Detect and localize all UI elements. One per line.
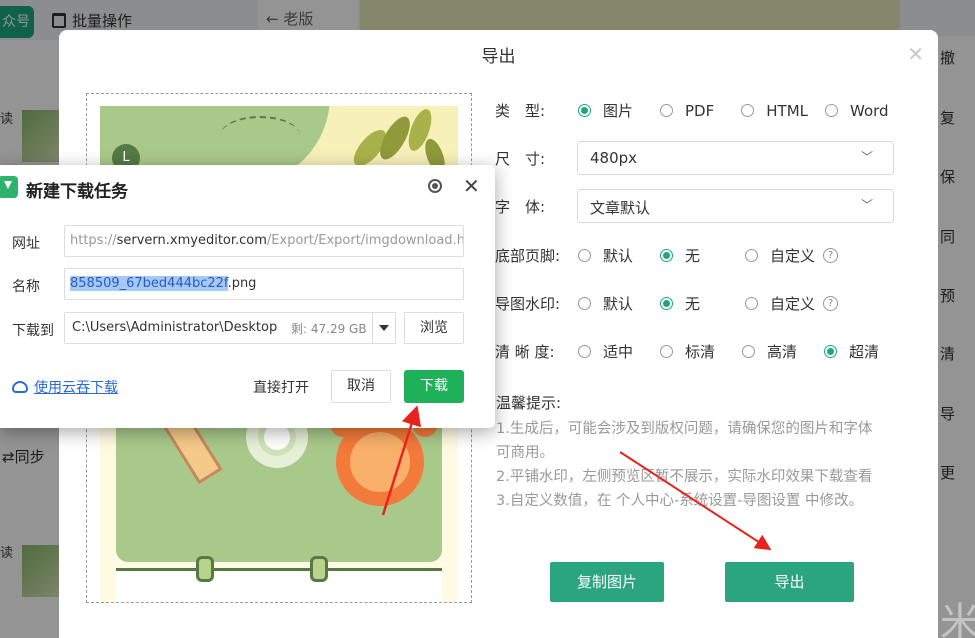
url-prefix: https:// <box>70 233 117 248</box>
close-icon[interactable]: ✕ <box>463 174 480 198</box>
footer-option-custom[interactable]: 自定义 <box>745 245 815 266</box>
tip-line: 1.生成后，可能会涉及到版权问题，请确保您的图片和字体 <box>496 421 873 437</box>
tip-line: 可商用。 <box>496 445 554 461</box>
clarity-option-ultra[interactable]: 超清 <box>824 341 879 362</box>
chevron-down-icon: ﹀ <box>860 150 873 164</box>
save-path-value: C:\Users\Administrator\Desktop <box>72 320 278 335</box>
font-select[interactable]: 文章默认 ﹀ <box>577 189 894 223</box>
copy-image-button[interactable]: 复制图片 <box>550 562 664 602</box>
footer-label: 底部页脚: <box>495 247 561 265</box>
size-select[interactable]: 480px ﹀ <box>577 141 894 175</box>
download-app-icon <box>0 176 18 198</box>
open-directly-button[interactable]: 直接打开 <box>253 377 309 397</box>
type-option-label: HTML <box>766 101 808 120</box>
url-label: 网址 <box>12 236 40 252</box>
type-option-html[interactable]: HTML <box>741 102 808 120</box>
footer-option-label: 无 <box>685 247 701 265</box>
size-row: 尺 寸: <box>495 148 565 169</box>
type-option-label: 图片 <box>603 102 634 120</box>
clarity-option-medium[interactable]: 适中 <box>578 341 633 362</box>
type-label: 类 型: <box>495 102 546 120</box>
watermark-option-custom[interactable]: 自定义 <box>745 293 815 314</box>
tips-title: 温馨提示: <box>496 394 562 412</box>
cloud-download-link[interactable]: 使用云吞下载 <box>12 377 118 397</box>
url-field[interactable]: https://servern.xmyeditor.com/Export/Exp… <box>64 225 464 257</box>
chevron-down-icon: ﹀ <box>860 198 873 212</box>
filename-field[interactable]: 858509_67bed444bc22f.png <box>64 268 464 300</box>
filename-extension: .png <box>227 276 257 291</box>
watermark-option-label: 无 <box>685 295 701 313</box>
clarity-option-label: 高清 <box>767 343 798 361</box>
clarity-option-high[interactable]: 高清 <box>742 341 797 362</box>
export-button[interactable]: 导出 <box>725 562 854 602</box>
cloud-link-label: 使用云吞下载 <box>34 380 118 396</box>
help-icon[interactable]: ? <box>823 248 839 263</box>
clock-decoration <box>336 418 424 506</box>
tip-line: 3.自定义数值，在 个人中心-系统设置-导图设置 中修改。 <box>496 493 864 509</box>
cancel-button[interactable]: 取消 <box>331 370 391 403</box>
type-option-label: Word <box>850 101 889 120</box>
clarity-option-label: 适中 <box>603 343 634 361</box>
type-option-image[interactable]: 图片 <box>578 100 633 121</box>
watermark-label: 导图水印: <box>495 295 561 313</box>
clarity-option-label: 超清 <box>849 343 880 361</box>
download-task-dialog: 新建下载任务 ✕ 网址 https://servern.xmyeditor.co… <box>0 165 495 428</box>
footer-option-label: 默认 <box>603 247 634 265</box>
close-icon[interactable]: ✕ <box>907 42 924 66</box>
footer-option-label: 自定义 <box>770 247 816 265</box>
footer-option-default[interactable]: 默认 <box>578 245 633 266</box>
name-label: 名称 <box>12 279 40 295</box>
gear-icon[interactable] <box>428 179 442 193</box>
dropdown-caret-icon[interactable] <box>379 325 389 331</box>
watermark-option-default[interactable]: 默认 <box>578 293 633 314</box>
corner-watermark: 米 <box>940 600 975 638</box>
font-row: 字 体: <box>495 196 565 217</box>
type-option-label: PDF <box>685 101 715 120</box>
watermark-option-label: 自定义 <box>770 295 816 313</box>
clarity-label: 清 晰 度: <box>495 343 555 361</box>
clarity-row: 清 晰 度: 适中 标清 高清 超清 <box>495 341 879 362</box>
clarity-option-standard[interactable]: 标清 <box>660 341 715 362</box>
export-dialog-title: 导出 <box>481 47 516 67</box>
font-label: 字 体: <box>495 198 546 216</box>
filename-selected-text: 858509_67bed444bc22f <box>70 276 228 291</box>
download-button[interactable]: 下载 <box>404 370 464 403</box>
footer-option-none[interactable]: 无 <box>660 245 700 266</box>
type-option-pdf[interactable]: PDF <box>660 102 714 120</box>
watermark-row: 导图水印: 默认 无 自定义 ? <box>495 293 839 314</box>
free-space-label: 剩: 47.29 GB <box>291 322 367 336</box>
size-select-value: 480px <box>590 149 638 167</box>
footer-row: 底部页脚: 默认 无 自定义 ? <box>495 245 839 266</box>
save-path-field[interactable]: C:\Users\Administrator\Desktop 剩: 47.29 … <box>64 312 396 344</box>
help-icon[interactable]: ? <box>823 296 839 311</box>
browse-button[interactable]: 浏览 <box>404 312 464 344</box>
save-to-label: 下载到 <box>12 323 54 339</box>
url-path: /Export/Export/imgdownload.html <box>266 233 463 248</box>
type-option-word[interactable]: Word <box>825 102 889 120</box>
type-row: 类 型: 图片 PDF HTML Word <box>495 100 889 121</box>
watermark-option-label: 默认 <box>603 295 634 313</box>
tip-line: 2.平铺水印，左侧预览区暂不展示，实际水印效果下载查看 <box>496 469 873 485</box>
cloud-icon <box>12 381 28 393</box>
size-label: 尺 寸: <box>495 150 546 168</box>
watermark-option-none[interactable]: 无 <box>660 293 700 314</box>
download-dialog-title: 新建下载任务 <box>26 182 128 202</box>
font-select-value: 文章默认 <box>590 199 651 217</box>
url-host: servern.xmyeditor.com <box>116 233 267 248</box>
clarity-option-label: 标清 <box>685 343 716 361</box>
